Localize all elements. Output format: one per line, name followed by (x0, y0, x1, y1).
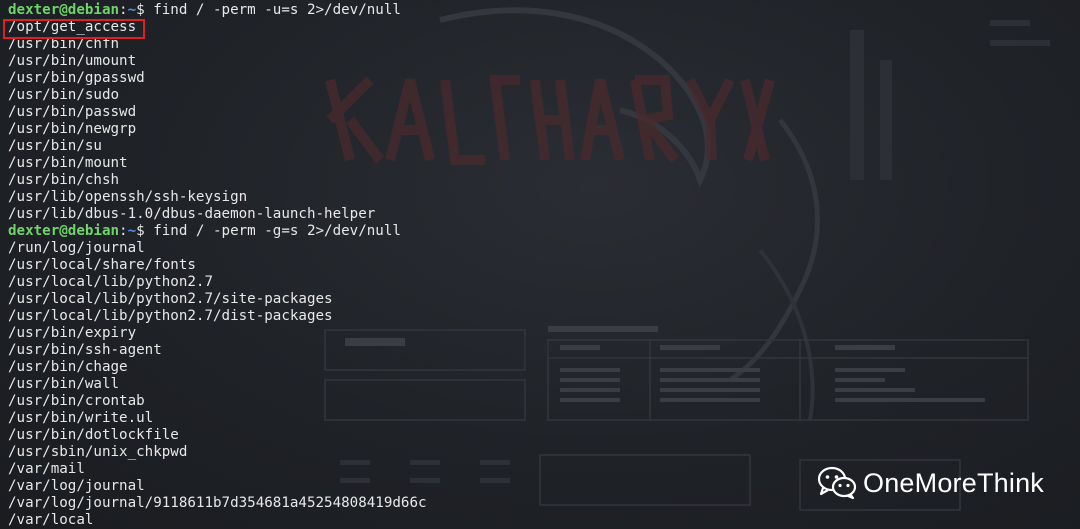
watermark-text: OneMoreThink (863, 467, 1044, 498)
prompt-line: dexter@debian:~$ find / -perm -u=s 2>/de… (8, 2, 427, 19)
wechat-icon (817, 466, 857, 500)
output-line: /usr/bin/sudo (8, 87, 120, 103)
prompt-symbol: $ (136, 2, 145, 18)
output-line: /usr/bin/ssh-agent (8, 342, 162, 358)
prompt-user: dexter@debian (8, 223, 120, 239)
output-line: /usr/sbin/unix_chkpwd (8, 444, 188, 460)
prompt-separator: : (119, 223, 128, 239)
output-line: /usr/bin/gpasswd (8, 70, 145, 86)
terminal-output: dexter@debian:~$ find / -perm -u=s 2>/de… (8, 2, 427, 529)
output-line: /usr/lib/dbus-1.0/dbus-daemon-launch-hel… (8, 206, 376, 222)
output-line: /var/log/journal (8, 478, 145, 494)
terminal-window[interactable]: dexter@debian:~$ find / -perm -u=s 2>/de… (0, 0, 1080, 529)
output-line: /usr/bin/passwd (8, 104, 137, 120)
output-line: /run/log/journal (8, 240, 145, 256)
command-text: find / -perm -u=s 2>/dev/null (144, 2, 401, 18)
watermark: OneMoreThink (817, 466, 1044, 500)
output-line: /usr/bin/mount (8, 155, 128, 171)
prompt-user: dexter@debian (8, 2, 120, 18)
output-line: /usr/bin/write.ul (8, 410, 154, 426)
prompt-directory: ~ (127, 2, 137, 18)
output-line: /usr/local/share/fonts (8, 257, 196, 273)
output-line: /var/log/journal/9118611b7d354681a452548… (8, 495, 427, 511)
prompt-directory: ~ (127, 223, 137, 239)
output-line: /usr/bin/crontab (8, 393, 145, 409)
output-line: /var/mail (8, 461, 85, 477)
command-text: find / -perm -g=s 2>/dev/null (144, 223, 401, 239)
prompt-line: dexter@debian:~$ find / -perm -g=s 2>/de… (8, 223, 427, 240)
output-line: /usr/bin/umount (8, 53, 137, 69)
output-line: /usr/local/lib/python2.7/dist-packages (8, 308, 333, 324)
output-line: /var/local (8, 512, 94, 528)
output-line: /usr/bin/chsh (8, 172, 120, 188)
output-line: /usr/local/lib/python2.7/site-packages (8, 291, 333, 307)
output-line: /usr/bin/dotlockfile (8, 427, 179, 443)
prompt-symbol: $ (136, 223, 145, 239)
highlight-box (3, 19, 145, 39)
output-line: /usr/lib/openssh/ssh-keysign (8, 189, 248, 205)
output-line: /usr/bin/wall (8, 376, 120, 392)
output-line: /usr/bin/su (8, 138, 102, 154)
output-line: /usr/local/lib/python2.7 (8, 274, 213, 290)
output-line: /usr/bin/chage (8, 359, 128, 375)
prompt-separator: : (119, 2, 128, 18)
output-line: /usr/bin/expiry (8, 325, 137, 341)
output-line: /usr/bin/newgrp (8, 121, 137, 137)
